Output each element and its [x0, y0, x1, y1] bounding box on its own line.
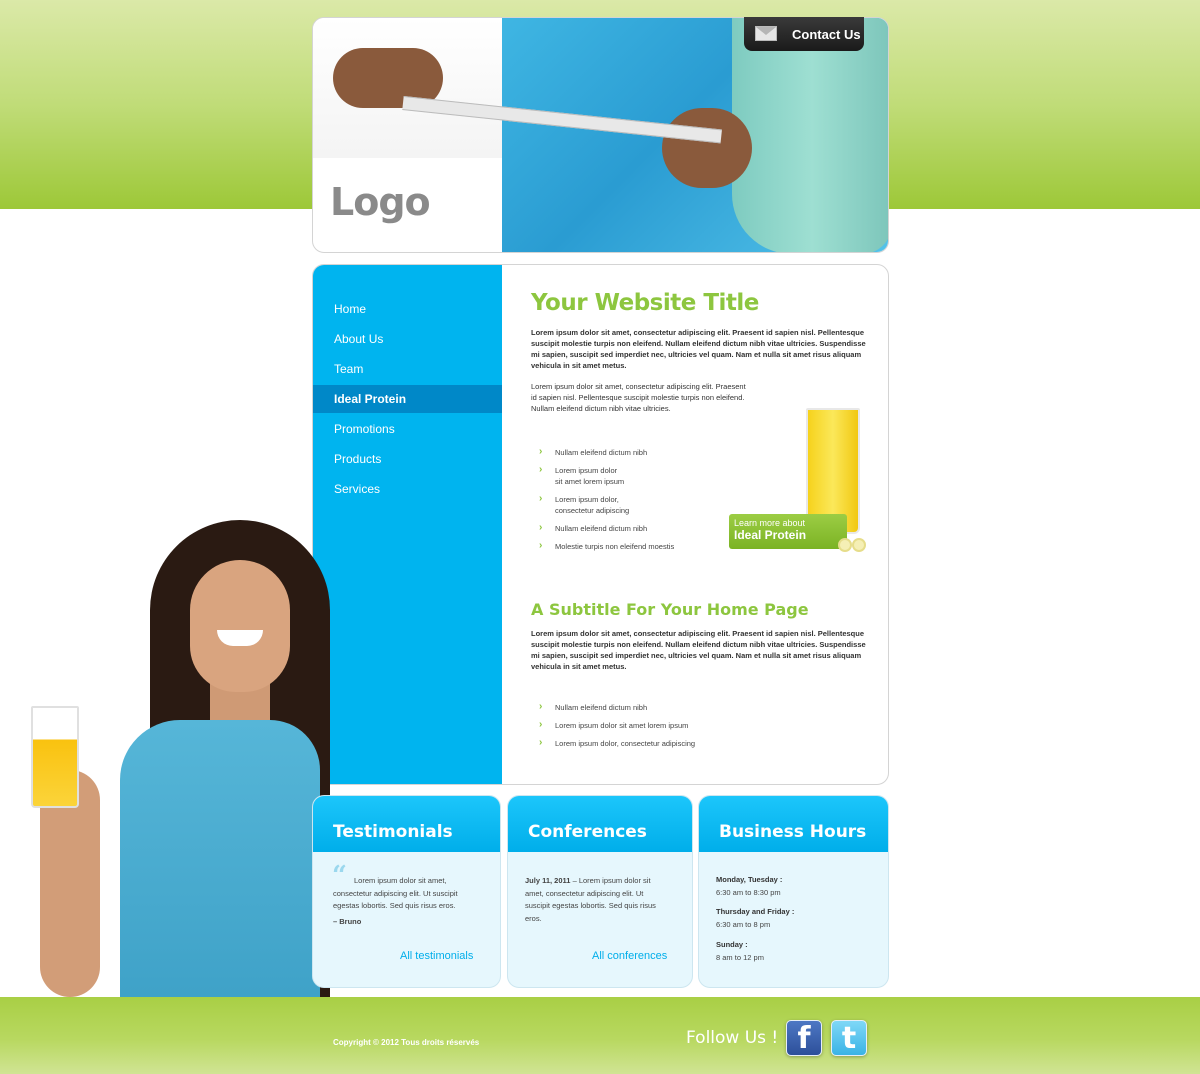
nav-item-services[interactable]: Services	[313, 475, 502, 503]
subtitle-paragraph: Lorem ipsum dolor sit amet, consectetur …	[531, 629, 866, 671]
facebook-icon[interactable]: f	[786, 1020, 822, 1056]
nav-item-products[interactable]: Products	[313, 445, 502, 473]
business-hours-title: Business Hours	[699, 796, 888, 852]
orange-juice-glass-image	[31, 706, 79, 808]
waist-image	[732, 18, 888, 252]
all-testimonials-link[interactable]: All testimonials	[400, 950, 473, 962]
testimonial-author: – Bruno	[333, 917, 362, 926]
list-item: Lorem ipsum dolor, consectetur adipiscin…	[539, 493, 674, 516]
woman-shirt-image	[120, 720, 320, 997]
nav-item-ideal-protein[interactable]: Ideal Protein	[313, 385, 502, 413]
page-subtitle: A Subtitle For Your Home Page	[531, 600, 809, 619]
contact-us-label: Contact Us	[792, 27, 861, 42]
hand-image	[662, 108, 752, 188]
contact-us-button[interactable]: Contact Us	[744, 17, 864, 51]
lemon-slice-image	[852, 538, 866, 552]
sidebar-nav: Home About Us Team Ideal Protein Promoti…	[313, 265, 502, 784]
nav-item-home[interactable]: Home	[313, 295, 502, 323]
header-left-photo	[313, 18, 502, 158]
promo-small-label: Learn more about	[734, 518, 806, 528]
testimonial-quote: Lorem ipsum dolor sit amet, consectetur …	[333, 876, 458, 910]
page-title: Your Website Title	[531, 290, 759, 316]
hours-row: Thursday and Friday : 6:30 am to 8 pm	[716, 906, 794, 931]
follow-us-label: Follow Us !	[686, 1028, 779, 1048]
nav-item-promotions[interactable]: Promotions	[313, 415, 502, 443]
list-item: Lorem ipsum dolor sit amet lorem ipsum	[539, 719, 695, 731]
hours-time: 6:30 am to 8 pm	[716, 919, 771, 929]
hours-time: 8 am to 12 pm	[716, 952, 764, 962]
copyright-text: Copyright © 2012 Tous droits réservés	[333, 1038, 480, 1047]
hours-day: Thursday and Friday :	[716, 907, 795, 916]
site-logo[interactable]: Logo	[330, 180, 431, 224]
list-item: Nullam eleifend dictum nibh	[539, 701, 695, 713]
list-item: Lorem ipsum dolor, consectetur adipiscin…	[539, 737, 695, 749]
conferences-title: Conferences	[508, 796, 692, 852]
intro-paragraph: Lorem ipsum dolor sit amet, consectetur …	[531, 382, 746, 413]
list-item: Nullam eleifend dictum nibh	[539, 522, 674, 534]
nav-item-team[interactable]: Team	[313, 355, 502, 383]
feature-list: Nullam eleifend dictum nibh Lorem ipsum …	[539, 446, 674, 559]
list-item: Lorem ipsum dolor sit amet lorem ipsum	[539, 464, 674, 487]
subtitle-list: Nullam eleifend dictum nibh Lorem ipsum …	[539, 701, 695, 756]
woman-face-image	[190, 560, 290, 692]
hours-day: Monday, Tuesday :	[716, 875, 783, 884]
ideal-protein-promo-button[interactable]: Learn more about Ideal Protein	[729, 514, 847, 549]
lemon-slice-image	[838, 538, 852, 552]
testimonials-title: Testimonials	[313, 796, 500, 852]
promo-big-label: Ideal Protein	[734, 528, 807, 542]
hours-row: Sunday : 8 am to 12 pm	[716, 939, 764, 964]
conference-entry: July 11, 2011 – Lorem ipsum dolor sit am…	[525, 875, 670, 925]
nav-item-about-us[interactable]: About Us	[313, 325, 502, 353]
list-item: Molestie turpis non eleifend moestis	[539, 540, 674, 552]
hours-row: Monday, Tuesday : 6:30 am to 8:30 pm	[716, 874, 782, 899]
twitter-icon[interactable]: t	[831, 1020, 867, 1056]
conference-date: July 11, 2011	[525, 876, 571, 885]
intro-bold-paragraph: Lorem ipsum dolor sit amet, consectetur …	[531, 328, 866, 370]
list-item: Nullam eleifend dictum nibh	[539, 446, 674, 458]
mail-icon	[755, 26, 777, 41]
all-conferences-link[interactable]: All conferences	[592, 950, 667, 962]
footer	[0, 997, 1200, 1074]
hours-time: 6:30 am to 8:30 pm	[716, 887, 781, 897]
hours-day: Sunday :	[716, 940, 748, 949]
